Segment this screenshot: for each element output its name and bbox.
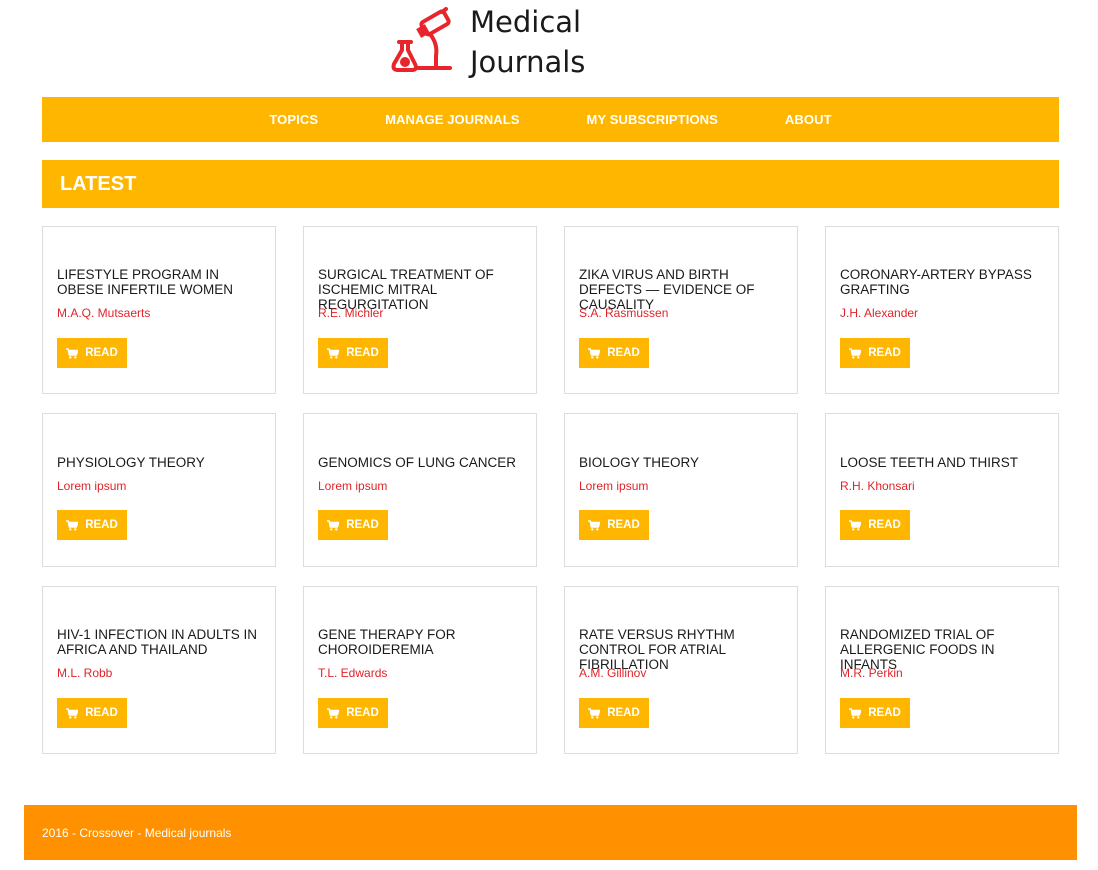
read-button-label: READ [85,707,118,719]
section-title: LATEST [60,172,137,195]
cart-icon [66,347,79,359]
read-button[interactable]: READ [840,698,910,728]
journal-card: SURGICAL TREATMENT OF ISCHEMIC MITRAL RE… [303,226,537,394]
journal-title[interactable]: GENOMICS OF LUNG CANCER [318,455,528,470]
read-button-label: READ [868,347,901,359]
nav-item-topics[interactable]: TOPICS [269,112,318,127]
journal-card: BIOLOGY THEORY Lorem ipsum READ [564,413,798,567]
journal-title[interactable]: LOOSE TEETH AND THIRST [840,455,1050,470]
read-button-label: READ [85,519,118,531]
main-nav: TOPICS MANAGE JOURNALS MY SUBSCRIPTIONS … [42,97,1059,142]
nav-item-about[interactable]: ABOUT [785,112,832,127]
journal-card: RATE VERSUS RHYTHM CONTROL FOR ATRIAL FI… [564,586,798,754]
journal-author[interactable]: R.E. Michler [318,306,383,320]
journal-card: HIV-1 INFECTION IN ADULTS IN AFRICA AND … [42,586,276,754]
read-button-label: READ [607,347,640,359]
journal-author[interactable]: J.H. Alexander [840,306,918,320]
journal-author[interactable]: M.L. Robb [57,666,112,680]
journal-title[interactable]: PHYSIOLOGY THEORY [57,455,267,470]
read-button-label: READ [607,707,640,719]
cart-icon [849,347,862,359]
read-button[interactable]: READ [57,698,127,728]
cart-icon [588,707,601,719]
journal-title[interactable]: CORONARY-ARTERY BYPASS GRAFTING [840,267,1050,297]
read-button[interactable]: READ [318,698,388,728]
cart-icon [849,519,862,531]
read-button[interactable]: READ [840,338,910,368]
cart-icon [66,519,79,531]
microscope-icon [391,7,452,72]
read-button-label: READ [85,347,118,359]
read-button[interactable]: READ [57,510,127,540]
latest-section-header: LATEST [42,160,1059,208]
read-button-label: READ [346,519,379,531]
cart-icon [327,347,340,359]
journal-author[interactable]: Lorem ipsum [318,479,387,493]
journal-card: ZIKA VIRUS AND BIRTH DEFECTS — EVIDENCE … [564,226,798,394]
cart-icon [327,519,340,531]
journal-title[interactable]: HIV-1 INFECTION IN ADULTS IN AFRICA AND … [57,627,267,657]
journal-author[interactable]: R.H. Khonsari [840,479,915,493]
footer: 2016 - Crossover - Medical journals [24,805,1077,860]
journal-card: LIFESTYLE PROGRAM IN OBESE INFERTILE WOM… [42,226,276,394]
read-button-label: READ [346,347,379,359]
cart-icon [849,707,862,719]
read-button[interactable]: READ [840,510,910,540]
nav-item-manage-journals[interactable]: MANAGE JOURNALS [385,112,519,127]
read-button[interactable]: READ [57,338,127,368]
brand-name: Medical Journals [470,2,585,82]
brand-line-1: Medical [470,5,582,39]
journal-author[interactable]: Lorem ipsum [579,479,648,493]
read-button[interactable]: READ [579,338,649,368]
journal-card: CORONARY-ARTERY BYPASS GRAFTING J.H. Alex… [825,226,1059,394]
cart-icon [588,519,601,531]
journal-title[interactable]: LIFESTYLE PROGRAM IN OBESE INFERTILE WOM… [57,267,267,297]
cart-icon [588,347,601,359]
journal-card: LOOSE TEETH AND THIRST R.H. Khonsari READ [825,413,1059,567]
read-button[interactable]: READ [318,510,388,540]
journal-author[interactable]: Lorem ipsum [57,479,126,493]
journal-title[interactable]: GENE THERAPY FOR CHOROIDEREMIA [318,627,528,657]
read-button-label: READ [607,519,640,531]
nav-item-my-subscriptions[interactable]: MY SUBSCRIPTIONS [587,112,718,127]
read-button-label: READ [868,707,901,719]
journal-title[interactable]: BIOLOGY THEORY [579,455,789,470]
journal-author[interactable]: M.A.Q. Mutsaerts [57,306,150,320]
footer-text: 2016 - Crossover - Medical journals [42,825,232,840]
read-button-label: READ [868,519,901,531]
cart-icon [66,707,79,719]
site-logo[interactable]: Medical Journals [388,4,608,80]
read-button[interactable]: READ [579,698,649,728]
read-button-label: READ [346,707,379,719]
read-button[interactable]: READ [579,510,649,540]
cart-icon [327,707,340,719]
brand-line-2: Journals [470,45,586,79]
journal-card: RANDOMIZED TRIAL OF ALLERGENIC FOODS IN … [825,586,1059,754]
journal-card: GENOMICS OF LUNG CANCER Lorem ipsum READ [303,413,537,567]
journal-card: GENE THERAPY FOR CHOROIDEREMIA T.L. Edwar… [303,586,537,754]
journal-author[interactable]: A.M. Gillinov [579,666,646,680]
journal-author[interactable]: S.A. Rasmussen [579,306,668,320]
journal-card: PHYSIOLOGY THEORY Lorem ipsum READ [42,413,276,567]
read-button[interactable]: READ [318,338,388,368]
journal-author[interactable]: M.R. Perkin [840,666,903,680]
journal-author[interactable]: T.L. Edwards [318,666,387,680]
